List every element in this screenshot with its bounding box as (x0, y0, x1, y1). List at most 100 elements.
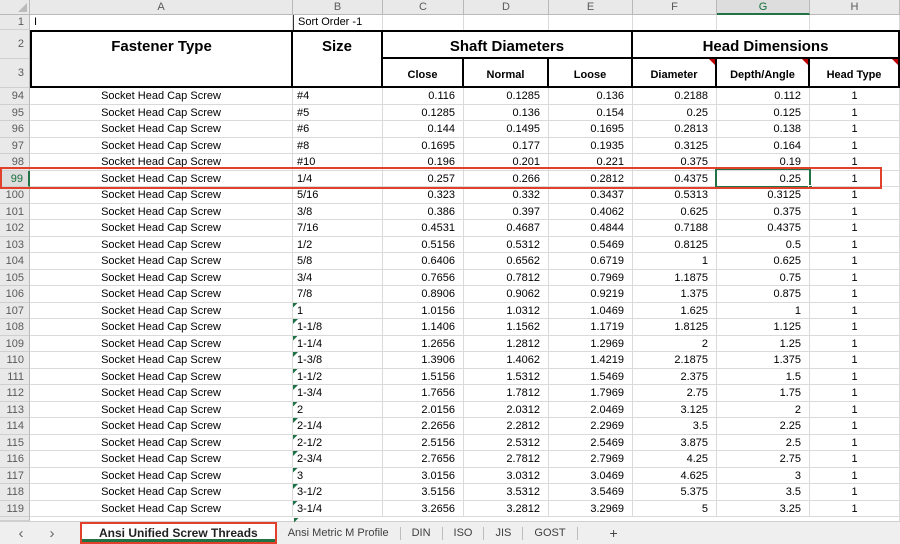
cell-E103[interactable]: 0.5469 (549, 236, 633, 253)
cell-E99[interactable]: 0.2812 (549, 170, 633, 187)
cell-H96[interactable]: 1 (810, 121, 900, 138)
cell-F108[interactable]: 1.8125 (633, 319, 717, 336)
row-header-110[interactable]: 110 (0, 352, 30, 369)
cell-G94[interactable]: 0.112 (717, 88, 810, 105)
cell-H98[interactable]: 1 (810, 154, 900, 171)
row-header-101[interactable]: 101 (0, 203, 30, 220)
column-header-C[interactable]: C (383, 0, 464, 15)
cell-D104[interactable]: 0.6562 (464, 253, 549, 270)
cell-E109[interactable]: 1.2969 (549, 335, 633, 352)
row-header-103[interactable]: 103 (0, 236, 30, 253)
cell-C3-close-header[interactable]: Close (383, 59, 464, 88)
cell-F97[interactable]: 0.3125 (633, 137, 717, 154)
cell-C115[interactable]: 2.5156 (383, 434, 464, 451)
row-header-102[interactable]: 102 (0, 220, 30, 237)
cell-C99[interactable]: 0.257 (383, 170, 464, 187)
cell-C101[interactable]: 0.386 (383, 203, 464, 220)
cell-C98[interactable]: 0.196 (383, 154, 464, 171)
cell-G108[interactable]: 1.125 (717, 319, 810, 336)
cell-F106[interactable]: 1.375 (633, 286, 717, 303)
cell-F107[interactable]: 1.625 (633, 302, 717, 319)
row-header-98[interactable]: 98 (0, 154, 30, 171)
column-header-G[interactable]: G (717, 0, 810, 15)
cell-F115[interactable]: 3.875 (633, 434, 717, 451)
cell-G106[interactable]: 0.875 (717, 286, 810, 303)
cell-E119[interactable]: 3.2969 (549, 500, 633, 517)
cell-E1[interactable] (549, 15, 633, 30)
cell-C96[interactable]: 0.144 (383, 121, 464, 138)
cell-A97[interactable]: Socket Head Cap Screw (30, 137, 293, 154)
cell-D100[interactable]: 0.332 (464, 187, 549, 204)
cell-C1[interactable] (383, 15, 464, 30)
cell-C118[interactable]: 3.5156 (383, 484, 464, 501)
cell-A115[interactable]: Socket Head Cap Screw (30, 434, 293, 451)
cell-H95[interactable]: 1 (810, 104, 900, 121)
cell-H109[interactable]: 1 (810, 335, 900, 352)
cell-A106[interactable]: Socket Head Cap Screw (30, 286, 293, 303)
cell-E96[interactable]: 0.1695 (549, 121, 633, 138)
merged-cell-fastener-type[interactable]: Fastener Type (30, 30, 293, 88)
next-sheet-arrow[interactable]: › (42, 522, 62, 544)
cell-B97[interactable]: #8 (293, 137, 383, 154)
cell-D114[interactable]: 2.2812 (464, 418, 549, 435)
cell-H102[interactable]: 1 (810, 220, 900, 237)
row-header-116[interactable]: 116 (0, 451, 30, 468)
cell-A95[interactable]: Socket Head Cap Screw (30, 104, 293, 121)
cell-H97[interactable]: 1 (810, 137, 900, 154)
cell-B99[interactable]: 1/4 (293, 170, 383, 187)
cell-C103[interactable]: 0.5156 (383, 236, 464, 253)
cell-F100[interactable]: 0.5313 (633, 187, 717, 204)
column-header-A[interactable]: A (30, 0, 293, 15)
cell-F110[interactable]: 2.1875 (633, 352, 717, 369)
cell-E107[interactable]: 1.0469 (549, 302, 633, 319)
cell-D118[interactable]: 3.5312 (464, 484, 549, 501)
cell-B101[interactable]: 3/8 (293, 203, 383, 220)
cell-B96[interactable]: #6 (293, 121, 383, 138)
row-header-117[interactable]: 117 (0, 467, 30, 484)
cell-H103[interactable]: 1 (810, 236, 900, 253)
cell-D98[interactable]: 0.201 (464, 154, 549, 171)
cell-D99[interactable]: 0.266 (464, 170, 549, 187)
cell-B1[interactable]: Sort Order -1 (293, 15, 383, 30)
cell-E97[interactable]: 0.1935 (549, 137, 633, 154)
cell-F113[interactable]: 3.125 (633, 401, 717, 418)
sheet-tab-ansi-metric-m-profile[interactable]: Ansi Metric M Profile (277, 522, 400, 544)
cell-F1[interactable] (633, 15, 717, 30)
cell-D106[interactable]: 0.9062 (464, 286, 549, 303)
cell-D95[interactable]: 0.136 (464, 104, 549, 121)
column-header-B[interactable]: B (293, 0, 383, 15)
prev-sheet-arrow[interactable]: ‹ (11, 522, 31, 544)
cell-E101[interactable]: 0.4062 (549, 203, 633, 220)
cell-G118[interactable]: 3.5 (717, 484, 810, 501)
cell-H1[interactable] (810, 15, 900, 30)
cell-C104[interactable]: 0.6406 (383, 253, 464, 270)
cell-B113[interactable]: 2 (293, 401, 383, 418)
cell-G3-depth-angle-header[interactable]: Depth/Angle (717, 59, 810, 88)
cell-D111[interactable]: 1.5312 (464, 368, 549, 385)
row-header-109[interactable]: 109 (0, 335, 30, 352)
cell-G101[interactable]: 0.375 (717, 203, 810, 220)
column-header-E[interactable]: E (549, 0, 633, 15)
cell-B110[interactable]: 1-3/8 (293, 352, 383, 369)
cell-F95[interactable]: 0.25 (633, 104, 717, 121)
sheet-tab-gost[interactable]: GOST (523, 522, 576, 544)
cell-H3-head-type-header[interactable]: Head Type (810, 59, 900, 88)
cell-D97[interactable]: 0.177 (464, 137, 549, 154)
cell-B95[interactable]: #5 (293, 104, 383, 121)
cell-D1[interactable] (464, 15, 549, 30)
cell-B98[interactable]: #10 (293, 154, 383, 171)
cell-F94[interactable]: 0.2188 (633, 88, 717, 105)
cell-H115[interactable]: 1 (810, 434, 900, 451)
cell-B103[interactable]: 1/2 (293, 236, 383, 253)
cell-H104[interactable]: 1 (810, 253, 900, 270)
column-header-D[interactable]: D (464, 0, 549, 15)
cell-A94[interactable]: Socket Head Cap Screw (30, 88, 293, 105)
cell-A96[interactable]: Socket Head Cap Screw (30, 121, 293, 138)
cell-E102[interactable]: 0.4844 (549, 220, 633, 237)
cell-E118[interactable]: 3.5469 (549, 484, 633, 501)
cell-B115[interactable]: 2-1/2 (293, 434, 383, 451)
cell-G96[interactable]: 0.138 (717, 121, 810, 138)
cell-C97[interactable]: 0.1695 (383, 137, 464, 154)
cell-G98[interactable]: 0.19 (717, 154, 810, 171)
cell-C108[interactable]: 1.1406 (383, 319, 464, 336)
